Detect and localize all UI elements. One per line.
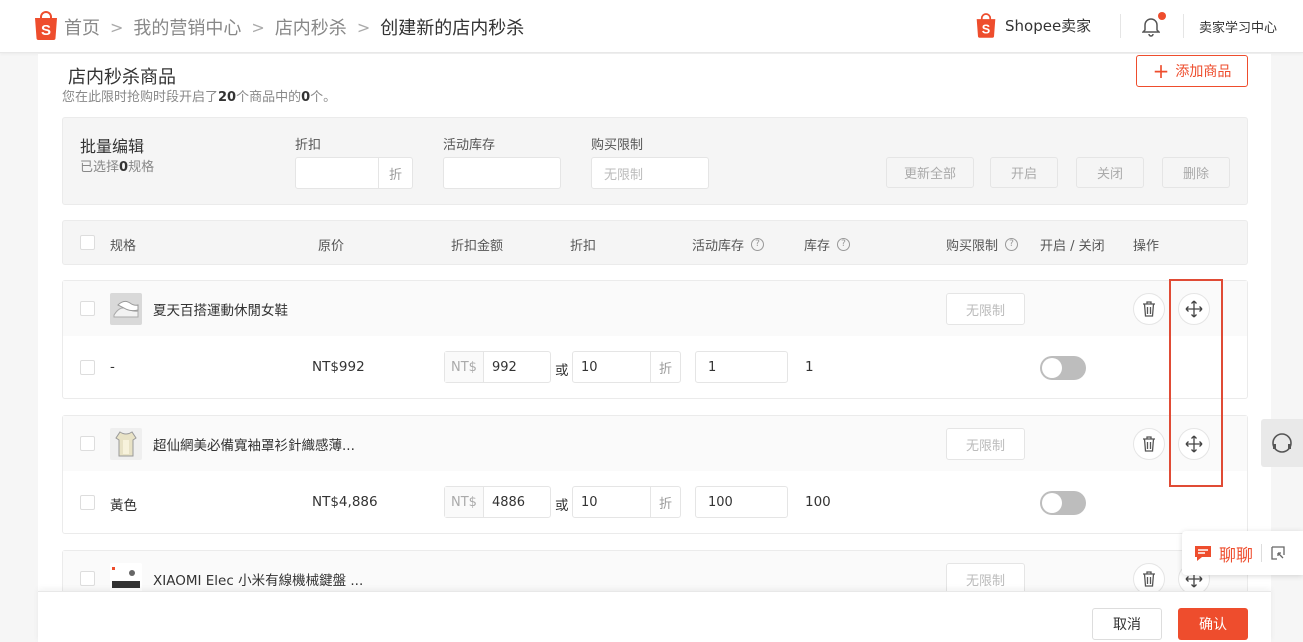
bulk-enable-button[interactable]: 开启 (990, 157, 1058, 188)
purchase-limit-input[interactable]: 无限制 (946, 293, 1025, 325)
or-label: 或 (555, 498, 569, 514)
seller-brand[interactable]: S Shopee卖家 (975, 12, 1091, 38)
svg-text:S: S (41, 22, 51, 39)
trash-icon[interactable] (1133, 293, 1165, 325)
learning-center-link[interactable]: 卖家学习中心 (1199, 17, 1277, 36)
section-subtitle: 您在此限时抢购时段开启了20个商品中的0个。 (62, 90, 337, 105)
enable-toggle[interactable] (1040, 356, 1086, 380)
drag-handle-highlight (1169, 279, 1223, 487)
enable-toggle[interactable] (1040, 491, 1086, 515)
chevron-right-icon: > (110, 17, 124, 37)
bulk-stock-input[interactable] (443, 157, 561, 189)
bulk-limit-label: 购买限制 (591, 138, 644, 153)
top-header: S 首页 > 我的营销中心 > 店内秒杀 > 创建新的店内秒杀 S Shopee… (0, 0, 1303, 53)
shopee-logo[interactable]: S (33, 10, 59, 40)
discount-price-input[interactable]: NT$ 992 (444, 351, 551, 383)
bell-icon[interactable] (1141, 12, 1166, 37)
product-checkbox[interactable] (80, 436, 95, 451)
chat-icon (1195, 546, 1211, 561)
col-discount-amount: 折扣金额 (451, 239, 504, 254)
brand-name: Shopee卖家 (1005, 16, 1092, 35)
col-spec: 规格 (110, 239, 137, 254)
discount-suffix: 折 (378, 158, 412, 188)
product-thumbnail (110, 293, 142, 325)
bulk-stock-label: 活动库存 (443, 138, 496, 153)
col-original-price: 原价 (318, 239, 345, 254)
bulk-selected-count: 已选择0规格 (80, 160, 155, 175)
original-price: NT$4,886 (312, 494, 378, 510)
chat-divider (1261, 544, 1262, 562)
stock-value: 1 (805, 359, 814, 375)
bulk-edit-title: 批量编辑 (80, 137, 145, 156)
bulk-delete-button[interactable]: 删除 (1162, 157, 1230, 188)
bulk-edit-panel: 批量编辑 已选择0规格 折扣 折 活动库存 购买限制 无限制 更新全部 开启 关… (62, 117, 1248, 205)
col-purchase-limit: 购买限制? (946, 235, 1019, 254)
discount-input[interactable]: 10 折 (572, 486, 681, 518)
notification-dot (1158, 12, 1166, 20)
stock-value: 100 (805, 494, 831, 510)
product-row: 夏天百搭運動休閒女鞋 无限制 - NT$992 NT$ 992 或 10 折 1… (62, 280, 1248, 399)
help-icon[interactable]: ? (837, 238, 851, 251)
campaign-stock-input[interactable]: 1 (695, 351, 788, 383)
select-all-checkbox[interactable] (80, 235, 95, 250)
variant-checkbox[interactable] (80, 495, 95, 510)
campaign-stock-input[interactable]: 100 (695, 486, 788, 518)
original-price: NT$992 (312, 359, 365, 375)
header-divider (1120, 14, 1121, 38)
bulk-discount-label: 折扣 (295, 138, 322, 153)
discount-input[interactable]: 10 折 (572, 351, 681, 383)
col-stock: 库存? (804, 235, 851, 254)
table-header: 规格 原价 折扣金额 折扣 活动库存? 库存? 购买限制? 开启 / 关闭 操作 (62, 220, 1248, 265)
product-name: 超仙網美必備寬袖罩衫針織感薄... (153, 438, 355, 454)
shopee-bag-icon: S (976, 13, 996, 38)
bulk-disable-button[interactable]: 关闭 (1076, 157, 1144, 188)
variant-checkbox[interactable] (80, 360, 95, 375)
update-all-button[interactable]: 更新全部 (886, 157, 974, 188)
or-label: 或 (555, 363, 569, 379)
col-toggle: 开启 / 关闭 (1040, 239, 1105, 254)
breadcrumb-current: 创建新的店内秒杀 (380, 18, 525, 39)
chevron-right-icon: > (356, 17, 371, 37)
purchase-limit-input[interactable]: 无限制 (946, 428, 1025, 460)
product-row: 超仙網美必備寬袖罩衫針織感薄... 无限制 黃色 NT$4,886 NT$ 48… (62, 415, 1248, 534)
discount-price-input[interactable]: NT$ 4886 (444, 486, 551, 518)
expand-window-icon[interactable] (1271, 546, 1285, 560)
product-name: 夏天百搭運動休閒女鞋 (153, 303, 288, 319)
header-divider (1183, 14, 1184, 38)
trash-icon[interactable] (1133, 428, 1165, 460)
col-actions: 操作 (1133, 239, 1160, 254)
col-campaign-stock: 活动库存? (692, 235, 765, 254)
bulk-limit-input[interactable]: 无限制 (591, 157, 709, 189)
variant-name: - (110, 359, 115, 375)
variant-name: 黃色 (110, 498, 137, 514)
product-checkbox[interactable] (80, 301, 95, 316)
product-checkbox[interactable] (80, 571, 95, 586)
headset-icon (1272, 433, 1292, 453)
breadcrumb-marketing[interactable]: 我的营销中心 (133, 14, 241, 40)
help-widget[interactable] (1261, 419, 1303, 467)
plus-icon: + (1152, 59, 1170, 83)
breadcrumb-home[interactable]: 首页 (64, 14, 100, 40)
cancel-button[interactable]: 取消 (1092, 608, 1162, 640)
help-icon[interactable]: ? (1005, 238, 1019, 251)
col-discount: 折扣 (570, 239, 597, 254)
product-name: XIAOMI Elec 小米有線機械鍵盤 ... (153, 573, 364, 589)
chat-widget[interactable]: 聊聊 (1182, 531, 1303, 575)
confirm-button[interactable]: 确认 (1178, 608, 1248, 640)
breadcrumb: 首页 > 我的营销中心 > 店内秒杀 > 创建新的店内秒杀 (64, 14, 524, 40)
help-icon[interactable]: ? (751, 238, 765, 251)
svg-text:S: S (982, 22, 990, 36)
chevron-right-icon: > (251, 17, 265, 37)
breadcrumb-flash-sale[interactable]: 店内秒杀 (275, 14, 347, 40)
add-product-button[interactable]: + 添加商品 (1136, 55, 1248, 87)
footer-bar: 取消 确认 (38, 591, 1271, 642)
main-panel: 店内秒杀商品 您在此限时抢购时段开启了20个商品中的0个。 + 添加商品 批量编… (38, 54, 1271, 642)
chat-label: 聊聊 (1219, 545, 1253, 566)
bulk-discount-input[interactable]: 折 (295, 157, 413, 189)
product-thumbnail (110, 428, 142, 460)
